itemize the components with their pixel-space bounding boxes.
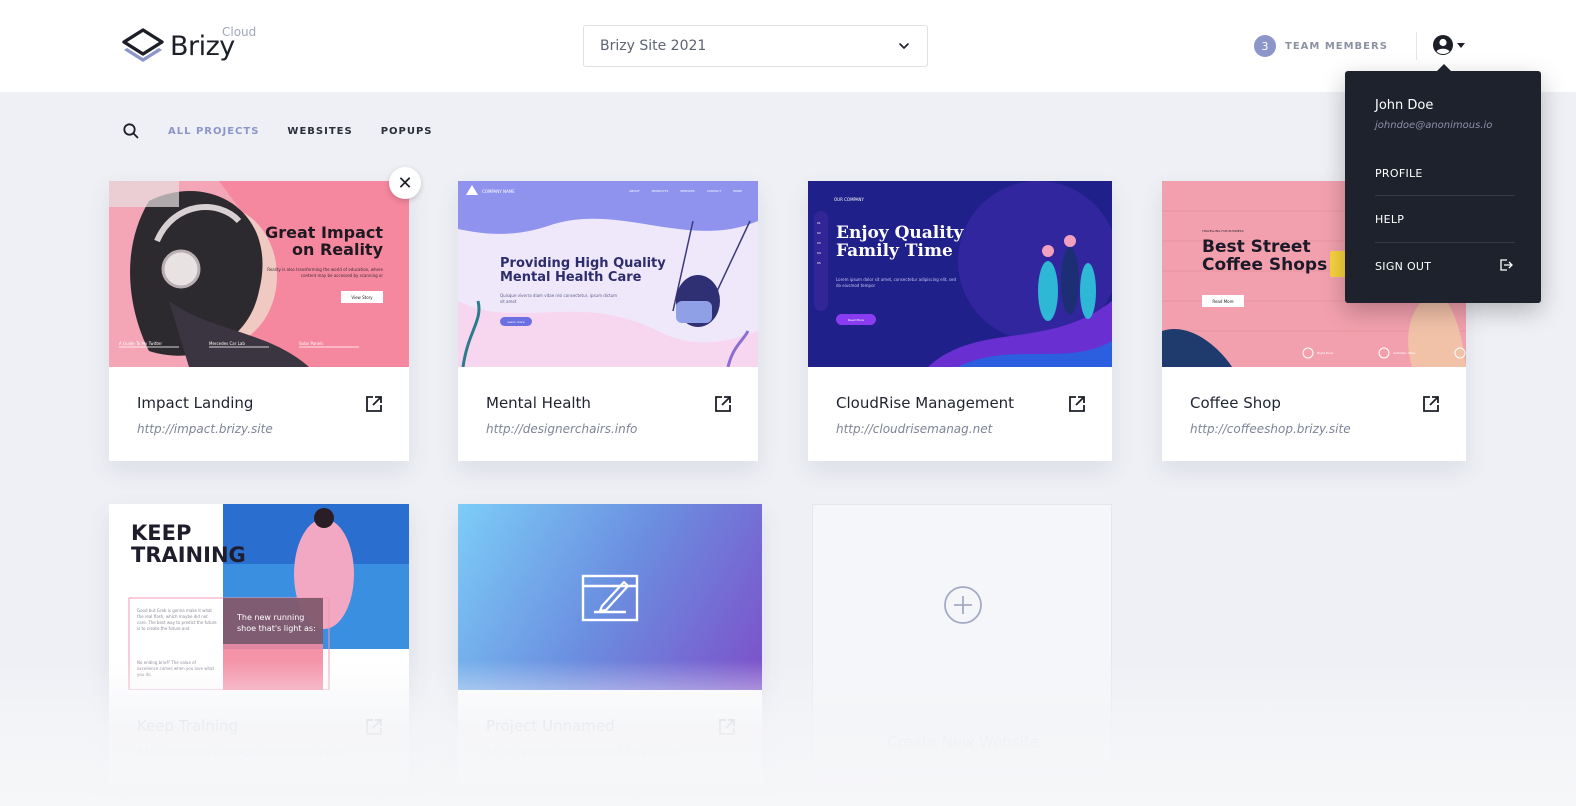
thumb-button: View Story (341, 291, 383, 303)
thumb-button: Read More (1202, 295, 1244, 307)
plus-circle-icon[interactable] (943, 585, 983, 625)
thumb-nav-item: CONTACT (706, 189, 722, 193)
thumb-button: Read More (836, 314, 876, 325)
thumb-nav-item: PRODUCTS (651, 189, 669, 193)
search-icon[interactable] (122, 122, 140, 140)
project-title[interactable]: Coffee Shop (1190, 394, 1281, 412)
thumb-heading: Enjoy Quality Family Time (836, 223, 964, 261)
thumb-text-2: No ending brief? The value of excellence… (137, 660, 215, 677)
project-filters: ALL PROJECTS WEBSITES POPUPS (122, 122, 433, 140)
thumb-brand: COMPANY NAME (482, 189, 515, 194)
project-card-keep-training[interactable]: KEEP TRAINING The new running shoe that'… (109, 504, 409, 784)
team-count-badge: 3 (1254, 35, 1276, 57)
tab-websites[interactable]: WEBSITES (287, 126, 352, 137)
thumb-step: 03 (817, 241, 821, 245)
thumb-body: Quisque viverra diam vitae nisi consecte… (500, 293, 618, 304)
tab-popups[interactable]: POPUPS (381, 126, 433, 137)
thumb-text-1: Good but Grab is gonna make it what the … (137, 608, 217, 631)
thumb-body: Lorem ipsum dolor sit amet, consectetur … (836, 277, 956, 288)
logo-subtitle: Cloud (222, 25, 257, 39)
create-new-website-label[interactable]: Create New Website (813, 733, 1113, 751)
user-dropdown-menu: John Doe johndoe@anonimous.io PROFILE HE… (1345, 64, 1541, 303)
menu-item-profile[interactable]: PROFILE (1375, 167, 1515, 180)
project-thumbnail: COMPANY NAME ABOUT PRODUCTS SERVICES CON… (458, 181, 758, 367)
external-link-icon[interactable] (1422, 395, 1440, 413)
thumb-heading: Providing High Quality Mental Health Car… (500, 256, 666, 285)
project-card-mental-health[interactable]: COMPANY NAME ABOUT PRODUCTS SERVICES CON… (458, 181, 758, 461)
family-illustration (808, 181, 1112, 367)
site-select-value: Brizy Site 2021 (600, 38, 707, 54)
thumb-nav-item: SERVICES (680, 189, 695, 193)
external-link-icon[interactable] (365, 395, 383, 413)
project-card-cloudrise[interactable]: OUR COMPANY Enjoy Quality Family Time Lo… (808, 181, 1112, 461)
project-card-unnamed[interactable]: Project Unnamed http://projectunnamed.br… (458, 504, 762, 784)
project-url[interactable]: http://cloudrisemanag.net (836, 422, 992, 436)
menu-item-help[interactable]: HELP (1375, 213, 1515, 226)
thumb-nav: ABOUT PRODUCTS SERVICES CONTACT MORE (629, 189, 742, 193)
thumb-nav-item: MORE (733, 189, 742, 193)
thumb-step: 01 (817, 221, 821, 225)
chevron-down-icon (899, 43, 909, 49)
brizy-logo[interactable]: Brizy Cloud (122, 25, 256, 64)
thumb-item-1: Night Runs (1317, 351, 1334, 355)
project-title[interactable]: Mental Health (486, 394, 591, 412)
thumb-nav-item: ABOUT (629, 189, 640, 193)
menu-item-sign-out[interactable]: SIGN OUT (1375, 260, 1515, 273)
thumb-body: Reality is also transforming the world o… (267, 267, 383, 278)
thumb-item-2: Aesthetic Sites (1393, 351, 1416, 355)
thumb-kicker: TRAVELLING FOR BUSINESS (1202, 229, 1244, 233)
project-thumbnail: KEEP TRAINING The new running shoe that'… (109, 504, 409, 690)
user-menu-button[interactable] (1432, 34, 1465, 56)
thumb-steps: 01 02 03 04 05 (817, 221, 821, 265)
menu-divider (1375, 242, 1515, 243)
thumb-heading: Best Street Coffee Shops (1202, 237, 1328, 275)
dropdown-user-email: johndoe@anonimous.io (1375, 120, 1493, 131)
sign-out-icon[interactable] (1499, 258, 1513, 272)
create-new-website-card[interactable]: Create New Website (812, 504, 1112, 784)
external-link-icon[interactable] (718, 718, 736, 736)
dropdown-user-name: John Doe (1375, 98, 1434, 113)
site-select[interactable]: Brizy Site 2021 (583, 25, 928, 67)
close-card-button[interactable]: ✕ (389, 167, 421, 199)
project-url[interactable]: http://keeptrainingwithworkouts.io (137, 745, 344, 759)
thumb-step: 05 (817, 261, 821, 265)
caret-down-icon (1457, 42, 1465, 48)
thumb-step: 04 (817, 251, 821, 255)
thumb-link-3: Solar Panels (299, 341, 324, 346)
thumb-heading: Great Impact on Reality (265, 223, 383, 259)
thumb-link-1: A Guide To My Twitter (119, 341, 163, 346)
project-title[interactable]: Keep Training (137, 717, 238, 735)
edit-page-icon (581, 574, 639, 622)
project-title[interactable]: Project Unnamed (486, 717, 615, 735)
project-url[interactable]: http://designerchairs.info (486, 422, 637, 436)
project-title[interactable]: CloudRise Management (836, 394, 1014, 412)
project-url[interactable]: http://projectunnamed.brizy.site (486, 745, 679, 759)
project-url[interactable]: http://impact.brizy.site (137, 422, 273, 436)
project-thumbnail: OUR COMPANY Enjoy Quality Family Time Lo… (808, 181, 1112, 367)
thumb-link-2: Mercedes Car Lab (209, 341, 245, 346)
external-link-icon[interactable] (1068, 395, 1086, 413)
project-thumbnail (458, 504, 762, 690)
external-link-icon[interactable] (365, 718, 383, 736)
logo-mark-icon (122, 28, 164, 62)
project-thumbnail: Great Impact on Reality Reality is also … (109, 181, 409, 367)
project-title[interactable]: Impact Landing (137, 394, 253, 412)
header-divider (1416, 32, 1417, 60)
team-members-button[interactable]: 3 TEAM MEMBERS (1254, 35, 1388, 57)
external-link-icon[interactable] (714, 395, 732, 413)
tab-all-projects[interactable]: ALL PROJECTS (168, 126, 259, 137)
thumb-brand: OUR COMPANY (834, 197, 864, 202)
user-avatar-icon (1433, 35, 1453, 55)
project-url[interactable]: http://coffeeshop.brizy.site (1190, 422, 1351, 436)
thumb-step: 02 (817, 231, 821, 235)
top-header: Brizy Cloud Brizy Site 2021 3 TEAM MEMBE… (0, 0, 1576, 92)
project-card-impact-landing[interactable]: Great Impact on Reality Reality is also … (109, 181, 409, 461)
menu-divider (1375, 195, 1515, 196)
thumb-tagline: The new running shoe that's light as: (237, 613, 316, 633)
thumb-heading: KEEP TRAINING (131, 521, 246, 568)
thumb-button: Learn more (500, 317, 532, 326)
team-members-label: TEAM MEMBERS (1285, 40, 1388, 52)
